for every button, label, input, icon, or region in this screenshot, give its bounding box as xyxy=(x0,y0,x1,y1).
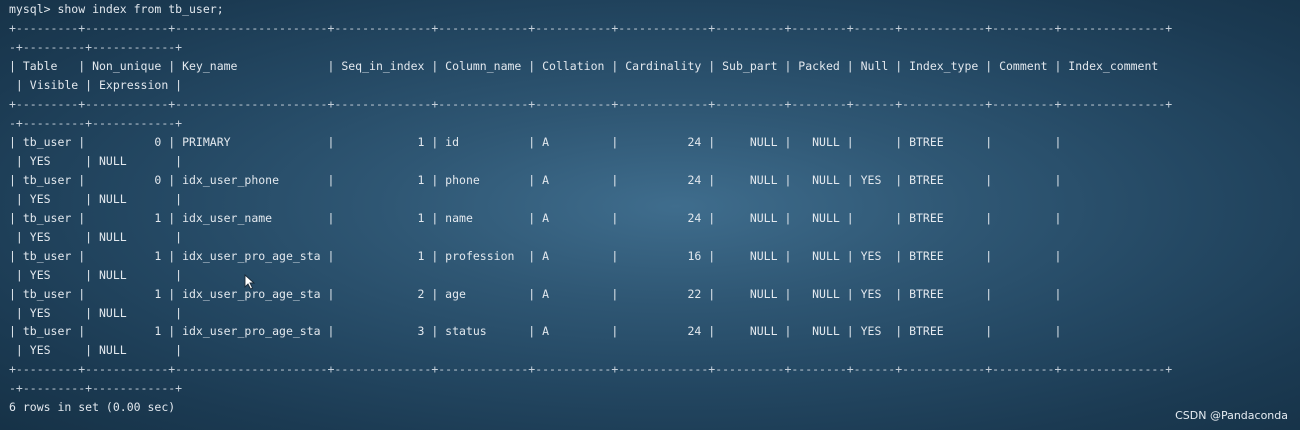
table-row-wrap: | YES | NULL | xyxy=(9,192,183,206)
watermark: CSDN @Pandaconda xyxy=(1175,409,1288,422)
table-row: | tb_user | 0 | PRIMARY | 1 | id | A | 2… xyxy=(9,135,1062,149)
table-border-header-wrap: -+---------+------------+ xyxy=(9,116,183,130)
table-row-wrap: | YES | NULL | xyxy=(9,343,183,357)
table-row: | tb_user | 1 | idx_user_pro_age_sta | 1… xyxy=(9,249,1062,263)
table-row-wrap: | YES | NULL | xyxy=(9,306,183,320)
table-border-header: +---------+------------+----------------… xyxy=(9,97,1173,111)
table-row: | tb_user | 1 | idx_user_pro_age_sta | 3… xyxy=(9,324,1062,338)
table-row: | tb_user | 1 | idx_user_pro_age_sta | 2… xyxy=(9,287,1062,301)
table-border-top: +---------+------------+----------------… xyxy=(9,21,1173,35)
command-line: mysql> show index from tb_user; xyxy=(9,2,224,16)
table-border-bottom-wrap: -+---------+------------+ xyxy=(9,381,183,395)
table-row: | tb_user | 0 | idx_user_phone | 1 | pho… xyxy=(9,173,1062,187)
table-border-bottom: +---------+------------+----------------… xyxy=(9,362,1173,376)
arrow-cursor-icon xyxy=(244,274,256,290)
table-row-wrap: | YES | NULL | xyxy=(9,154,183,168)
table-header: | Table | Non_unique | Key_name | Seq_in… xyxy=(9,59,1159,73)
table-row-wrap: | YES | NULL | xyxy=(9,230,183,244)
table-header-wrap: | Visible | Expression | xyxy=(9,78,183,92)
table-border-top-wrap: -+---------+------------+ xyxy=(9,40,183,54)
table-row: | tb_user | 1 | idx_user_name | 1 | name… xyxy=(9,211,1062,225)
table-row-wrap: | YES | NULL | xyxy=(9,268,183,282)
result-summary: 6 rows in set (0.00 sec) xyxy=(9,400,176,414)
terminal-window[interactable]: mysql> show index from tb_user; +-------… xyxy=(0,0,1300,430)
